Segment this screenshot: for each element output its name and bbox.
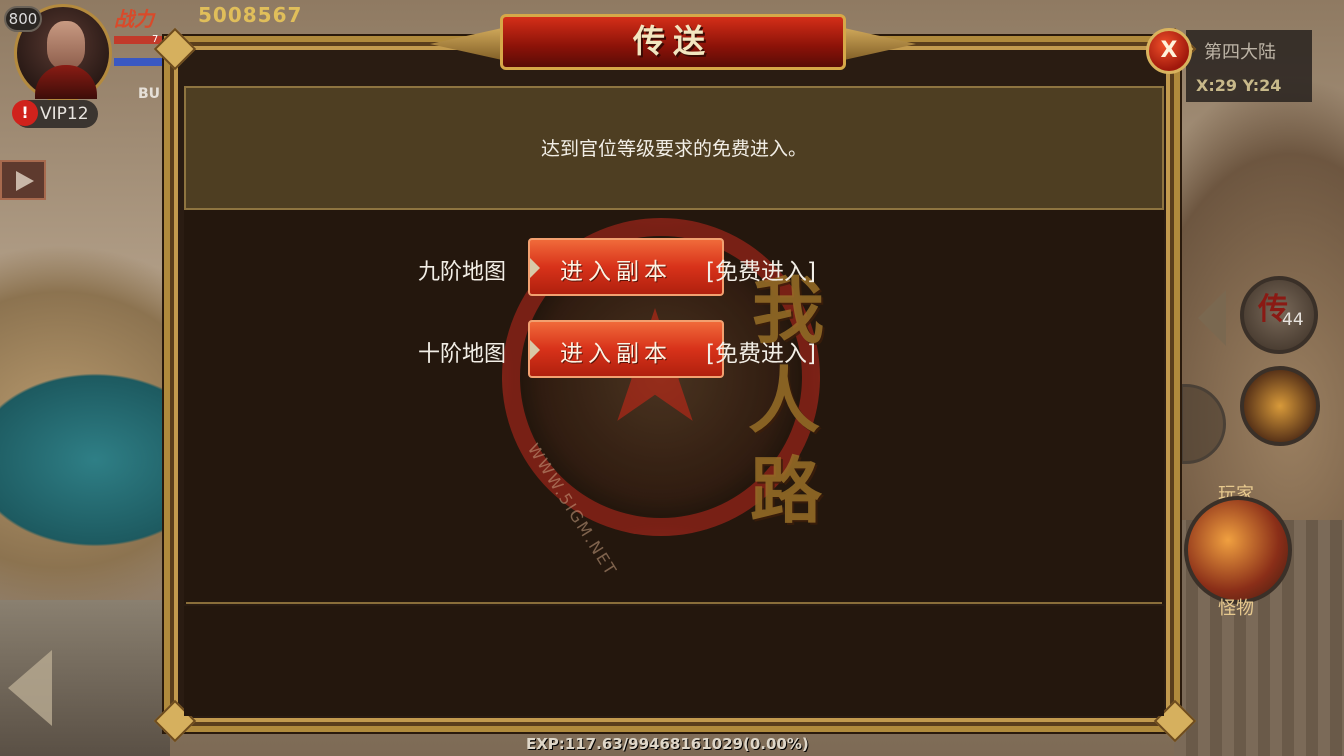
teleport-skill-count: 44 (1282, 310, 1304, 330)
arrow-icon (530, 258, 540, 278)
attack-button[interactable] (1184, 496, 1292, 604)
power-value: 5008567 (198, 3, 303, 27)
mp-bar (114, 58, 162, 66)
power-label: 战力 (114, 7, 154, 31)
collapse-chevron-icon[interactable] (1198, 290, 1226, 346)
exp-readout: EXP:117.63/99468161029(0.00%) (526, 735, 809, 753)
avatar-body (35, 65, 97, 99)
hp-value: 7 (152, 34, 159, 45)
footer-panel (184, 606, 1164, 716)
map-label-10: 十阶地图 (418, 342, 507, 367)
enter-dungeon-label[interactable]: 进入副本 (560, 252, 672, 286)
arrow-icon (530, 340, 540, 360)
play-icon (16, 171, 34, 191)
avatar-face (47, 21, 85, 69)
notice-text: 达到官位等级要求的免费进入。 (540, 138, 807, 160)
free-entry-note: [免费进入] (706, 341, 816, 367)
level-badge: 800 (4, 6, 42, 32)
alert-icon: ! (12, 100, 38, 126)
region-coords: X:29 Y:24 (1196, 76, 1282, 95)
free-entry-note: [免费进入] (706, 259, 816, 285)
target-monster-label[interactable]: 怪物 (1218, 594, 1254, 620)
skill-button-2[interactable] (1240, 366, 1320, 446)
enter-dungeon-label[interactable]: 进入副本 (560, 334, 672, 368)
map-label-9: 九阶地图 (418, 260, 507, 285)
watermark-char: 路 (750, 448, 823, 533)
dialog-title: 传送 (632, 22, 713, 60)
region-name: 第四大陆 (1204, 42, 1276, 63)
player-name: BU (138, 86, 161, 102)
joystick-arrow-icon[interactable] (8, 650, 52, 726)
expand-menu-button[interactable] (0, 160, 46, 200)
divider (186, 602, 1162, 604)
close-button[interactable]: X (1146, 28, 1192, 74)
